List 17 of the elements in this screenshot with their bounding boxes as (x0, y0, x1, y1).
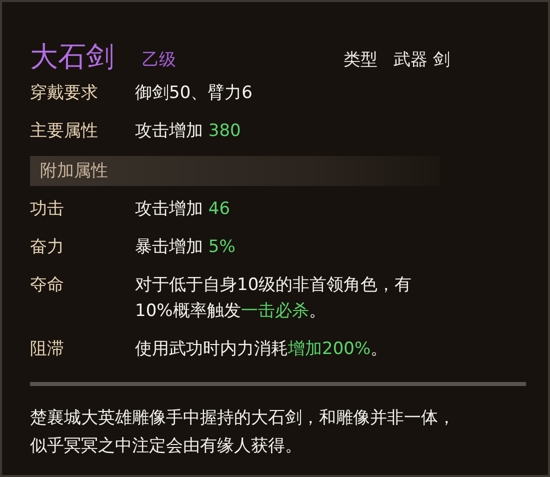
attribute-value: 暴击增加 5% (135, 236, 236, 259)
attribute-label: 阻滞 (30, 338, 65, 361)
item-grade: 乙级 (142, 49, 176, 72)
attribute-label: 穿戴要求 (30, 82, 99, 105)
attribute-label: 功击 (30, 198, 65, 221)
item-description: 楚襄城大英雄雕像手中握持的大石剑，和雕像并非一体，似乎冥冥之中注定会由有缘人获得。 (30, 407, 456, 458)
attribute-value: 对于低于自身10级的非首领角色，有10%概率触发一击必杀。 (135, 274, 413, 323)
attribute-label: 主要属性 (30, 120, 99, 143)
section-header: 附加属性 (30, 156, 440, 186)
attribute-label: 奋力 (30, 236, 65, 259)
item-type: 类型 武器 剑 (343, 49, 450, 72)
item-name: 大石剑 (30, 40, 114, 74)
attribute-value: 使用武功时内力消耗增加200%。 (135, 338, 389, 361)
attribute-value: 攻击增加 380 (135, 120, 242, 143)
attribute-value: 御剑50、臂力6 (135, 82, 254, 105)
attribute-value: 攻击增加 46 (135, 198, 232, 221)
attribute-label: 夺命 (30, 274, 65, 297)
